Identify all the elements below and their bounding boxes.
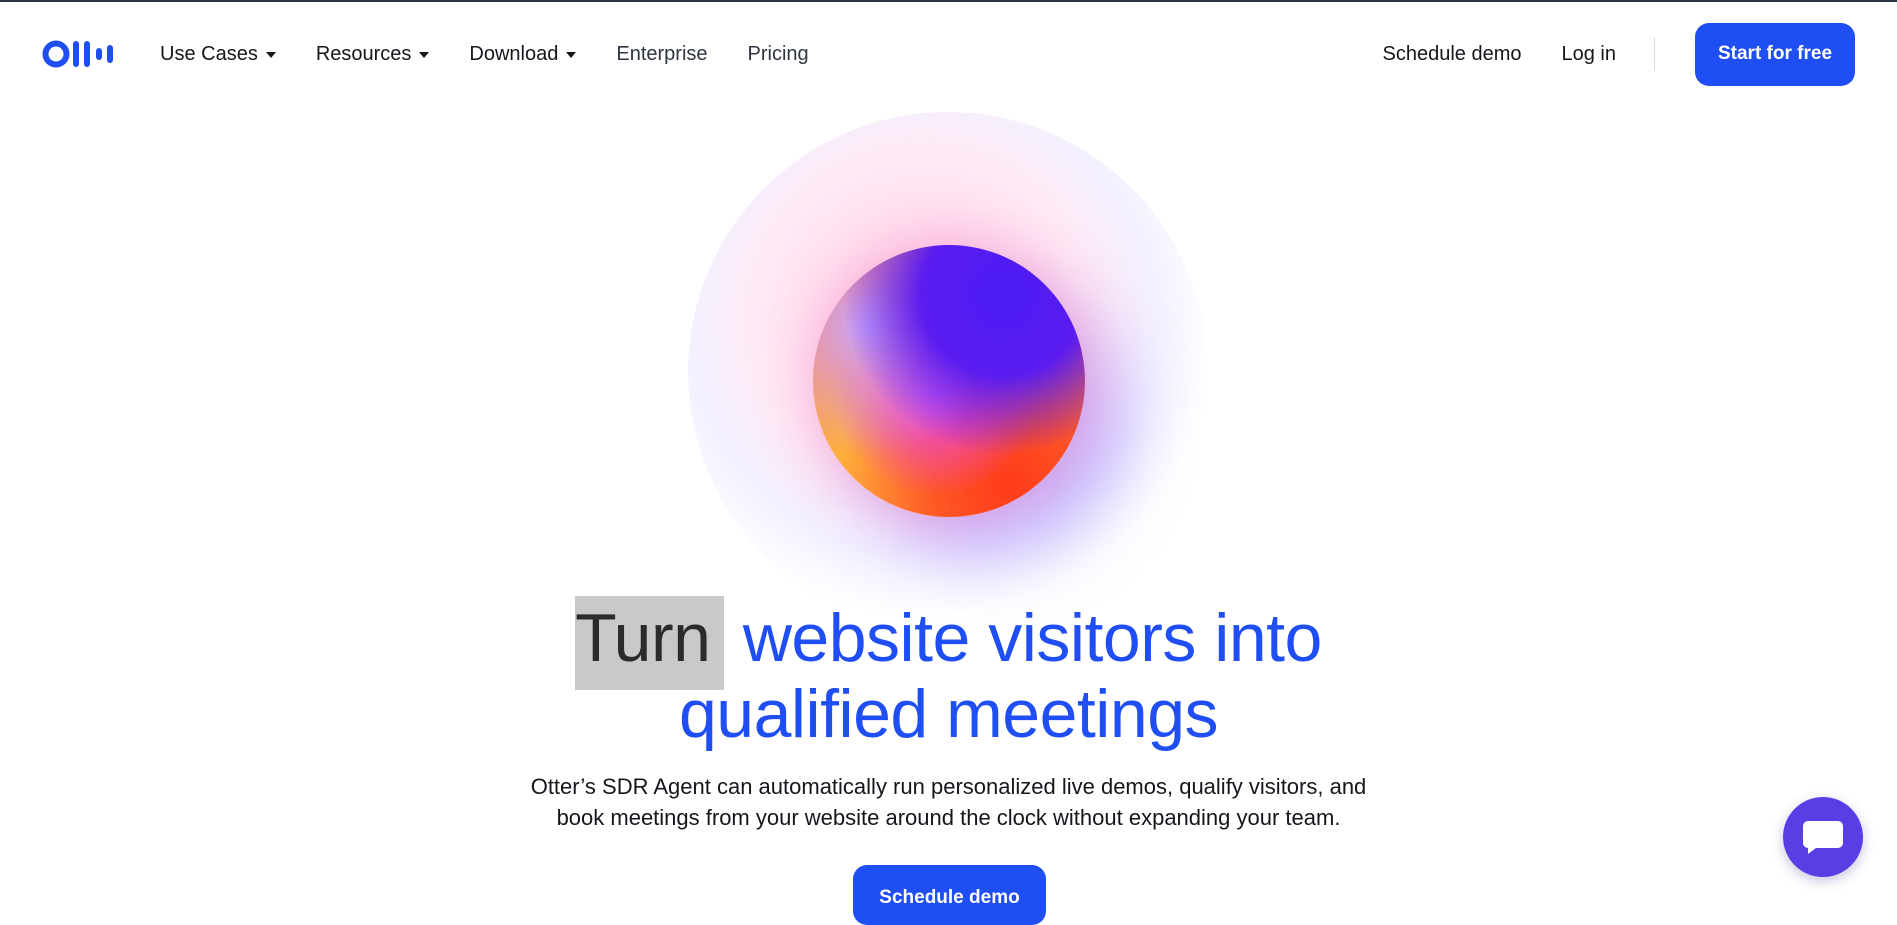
chevron-down-icon bbox=[419, 52, 430, 58]
nav-enterprise[interactable]: Enterprise bbox=[616, 43, 707, 66]
hero-headline: Turn website visitors into qualified mee… bbox=[0, 596, 1897, 752]
hero-subtext-line1: Otter’s SDR Agent can automatically run … bbox=[530, 774, 1367, 799]
nav-schedule-demo-link[interactable]: Schedule demo bbox=[1383, 43, 1522, 66]
nav-pricing-label: Pricing bbox=[747, 42, 809, 65]
chevron-down-icon bbox=[566, 52, 577, 58]
otter-logo[interactable] bbox=[42, 40, 118, 68]
nav-use-cases-label: Use Cases bbox=[160, 42, 258, 65]
chat-widget-button[interactable] bbox=[1783, 797, 1863, 877]
otter-logo-icon bbox=[42, 40, 113, 68]
nav-enterprise-label: Enterprise bbox=[616, 42, 708, 65]
hero-orb-graphic bbox=[813, 245, 1085, 517]
nav-download-label: Download bbox=[469, 42, 559, 65]
hero-subtext-line2: book meetings from your website around t… bbox=[556, 805, 1341, 830]
nav-use-cases[interactable]: Use Cases bbox=[160, 43, 276, 66]
headline-rest: website visitors into bbox=[742, 600, 1323, 676]
start-for-free-button[interactable]: Start for free bbox=[1695, 22, 1855, 86]
nav-download[interactable]: Download bbox=[469, 42, 577, 66]
primary-nav: Use Cases Resources Download Enterprise … bbox=[160, 2, 849, 106]
nav-resources-label: Resources bbox=[315, 42, 412, 65]
nav-actions: Schedule demo Log in Start for free bbox=[1383, 2, 1855, 106]
hero-headline-line2: qualified meetings bbox=[678, 676, 1219, 752]
hero-schedule-demo-button[interactable]: Schedule demo bbox=[853, 865, 1046, 925]
nav-pricing[interactable]: Pricing bbox=[748, 43, 809, 66]
login-link[interactable]: Log in bbox=[1562, 43, 1617, 66]
chevron-down-icon bbox=[265, 52, 276, 58]
chat-bubble-icon bbox=[1803, 821, 1843, 854]
nav-resources[interactable]: Resources bbox=[316, 43, 430, 66]
hero-headline-line1: Turn website visitors into bbox=[0, 596, 1897, 690]
hero-subtext: Otter’s SDR Agent can automatically run … bbox=[0, 771, 1897, 833]
top-navigation: Use Cases Resources Download Enterprise … bbox=[0, 2, 1897, 106]
nav-divider bbox=[1654, 37, 1655, 71]
